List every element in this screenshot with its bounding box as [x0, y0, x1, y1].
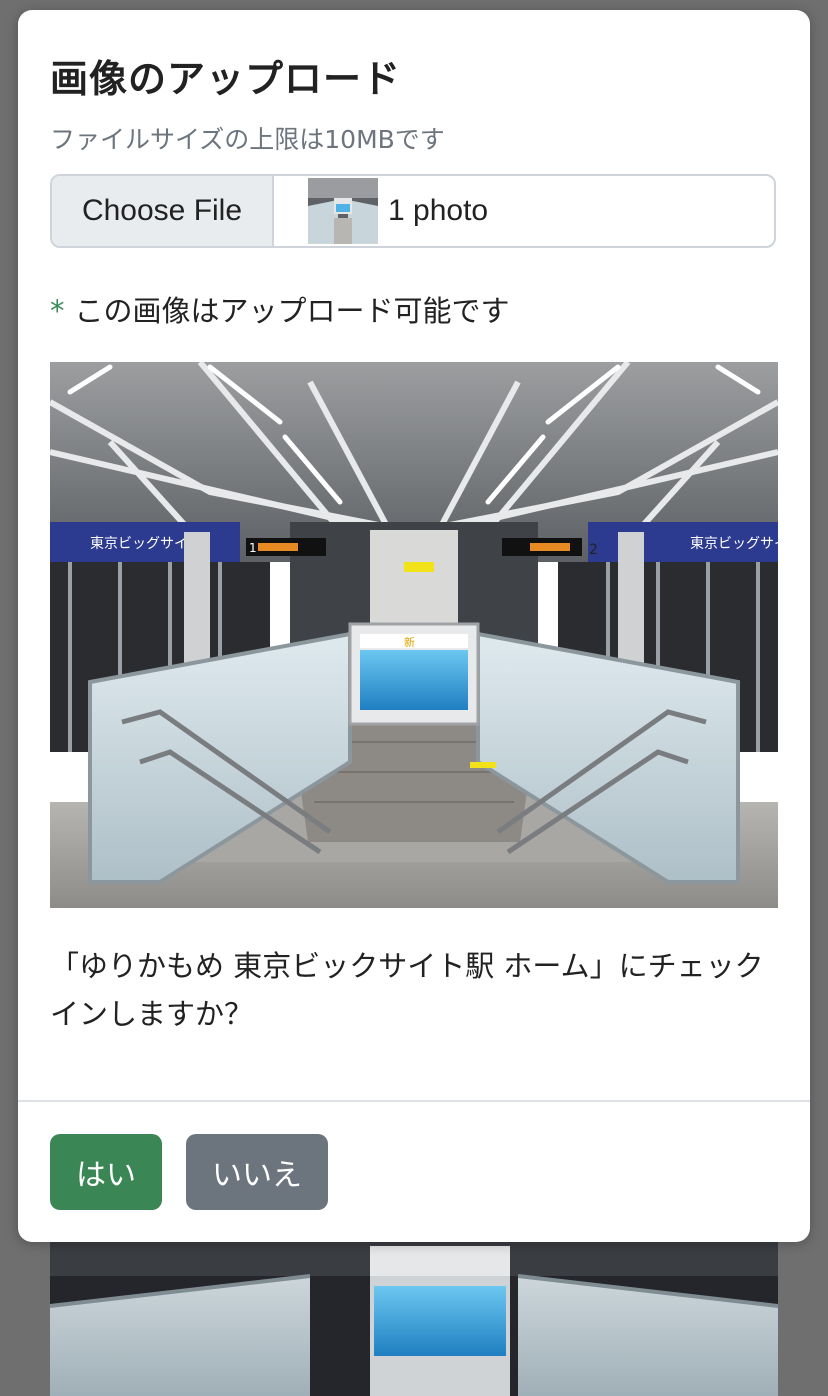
- upload-status: * この画像はアップロード可能です: [50, 288, 510, 330]
- modal-footer-divider: [18, 1100, 810, 1102]
- station-sign-right: 東京ビッグサイト: [690, 536, 778, 552]
- image-preview: 東京ビッグサイト 東京ビッグサイト 1 2: [50, 362, 778, 908]
- status-text: この画像はアップロード可能です: [74, 294, 510, 328]
- background-station-photo: [50, 1236, 778, 1396]
- upload-modal: 画像のアップロード ファイルサイズの上限は10MBです Choose File …: [18, 10, 810, 1242]
- track-number-left: 1: [249, 541, 257, 555]
- file-input[interactable]: Choose File 1 photo: [50, 174, 776, 248]
- ad-board-title: 新: [404, 635, 415, 649]
- selected-photo-thumbnail: [308, 178, 378, 244]
- yes-button[interactable]: はい: [50, 1134, 162, 1210]
- no-button[interactable]: いいえ: [186, 1134, 328, 1210]
- file-selection-text: 1 photo: [388, 194, 489, 227]
- track-number-right: 2: [589, 542, 598, 558]
- file-size-note: ファイルサイズの上限は10MBです: [50, 125, 445, 154]
- modal-title: 画像のアップロード: [50, 57, 402, 101]
- status-marker: *: [50, 294, 65, 328]
- checkin-question: 「ゆりかもめ 東京ビックサイト駅 ホーム」にチェックインしますか？: [50, 949, 764, 1031]
- choose-file-button[interactable]: Choose File: [52, 176, 274, 246]
